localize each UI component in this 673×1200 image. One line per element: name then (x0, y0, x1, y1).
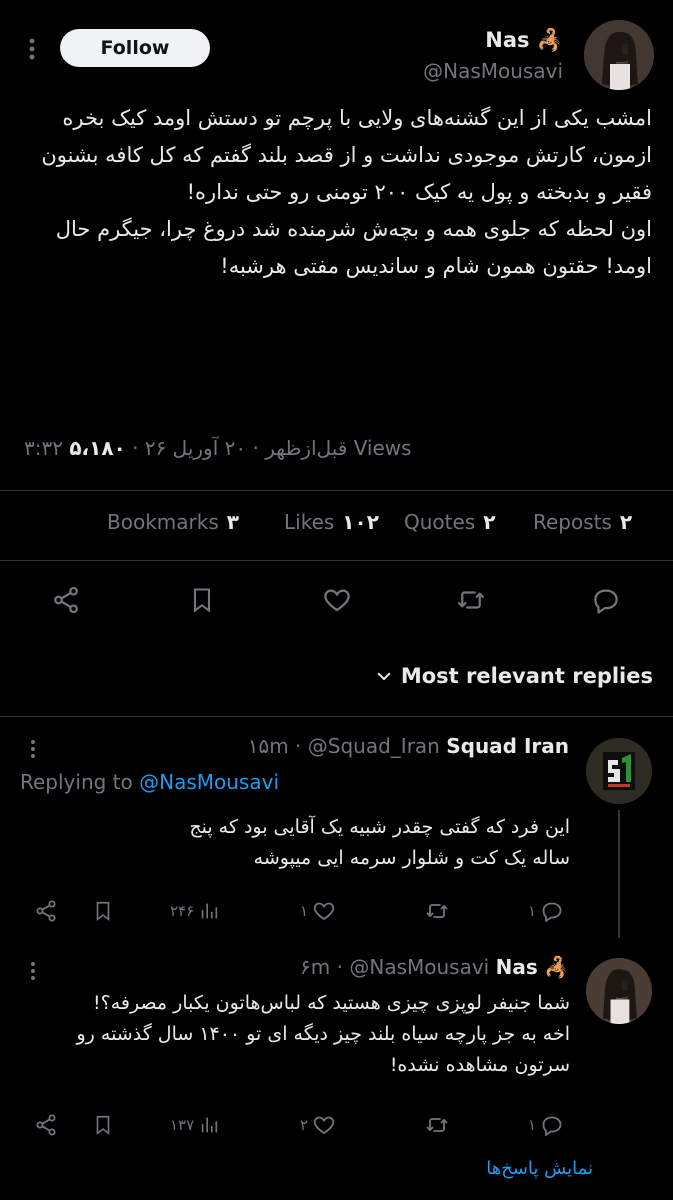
views-stat[interactable]: ۲۴۶ (170, 896, 220, 926)
reply-text: شما جنیفر لوپزی چیزی هستید که لباس‌هاتون… (76, 992, 571, 1076)
views-chart-icon (201, 1117, 218, 1133)
replying-handle-link[interactable]: @NasMousavi (139, 770, 279, 794)
bookmarks-count: ۳ (226, 510, 239, 534)
show-replies-link[interactable]: نمایش پاسخ‌ها (486, 1158, 593, 1179)
reply-avatar[interactable] (586, 738, 652, 804)
reply-icon[interactable] (588, 582, 624, 618)
replies-sort-dropdown[interactable]: Most relevant replies (375, 664, 653, 688)
reply-text: این فرد که گفتی چقدر شبیه یک آقایی بود ک… (189, 816, 570, 869)
reply-icon (542, 1116, 562, 1136)
reply-avatar[interactable] (586, 958, 652, 1024)
like-stat[interactable]: ۱ (300, 896, 336, 926)
quotes-label: Quotes (404, 510, 476, 534)
reply-stat[interactable]: ۱ (528, 1110, 564, 1140)
likes-count: ۱ (300, 902, 309, 920)
reply-time[interactable]: ۱۵m (248, 734, 289, 758)
reply-header: ۱۵m · @Squad_Iran Squad Iran (247, 734, 569, 758)
reply-header: ۶m · @NasMousavi Nas 🦂 (300, 955, 569, 979)
reply-stat[interactable]: ۱ (528, 896, 564, 926)
reply-time[interactable]: ۶m (300, 955, 330, 979)
post-body: امشب یکی از این گشنه‌های ولایی با پرچم ت… (41, 106, 652, 278)
reply-icon (542, 902, 562, 922)
bookmark-icon[interactable] (92, 1110, 114, 1140)
scorpion-emoji: 🦂 (536, 28, 563, 52)
likes-label: Likes (284, 510, 335, 534)
share-icon[interactable] (34, 1110, 58, 1140)
more-options-icon[interactable] (26, 738, 40, 760)
like-heart-icon[interactable] (319, 582, 355, 618)
repost-icon[interactable] (424, 896, 450, 926)
like-heart-icon (313, 1116, 335, 1135)
divider (0, 560, 673, 561)
quotes-count: ۲ (483, 510, 496, 534)
views-stat[interactable]: ۱۳۷ (170, 1110, 220, 1140)
chevron-down-icon (375, 667, 393, 685)
author-avatar[interactable] (584, 20, 654, 90)
reposts-stat[interactable]: Reposts ۲ (533, 510, 632, 534)
views-label: Views (353, 436, 412, 460)
meta-separator: · (132, 436, 139, 460)
bookmark-icon[interactable] (92, 896, 114, 926)
reply-handle[interactable]: @NasMousavi (349, 955, 489, 979)
reposts-count: ۲ (619, 510, 633, 534)
quotes-stat[interactable]: Quotes ۲ (404, 510, 495, 534)
author-name-text: Nas (485, 28, 530, 52)
views-count: ۱۳۷ (170, 1116, 195, 1134)
scorpion-emoji: 🦂 (544, 955, 569, 979)
more-options-icon[interactable] (26, 960, 40, 982)
repost-icon[interactable] (453, 582, 489, 618)
reply-author-name[interactable]: Nas (496, 955, 538, 979)
like-stat[interactable]: ۲ (300, 1110, 336, 1140)
more-options-icon[interactable] (22, 36, 42, 62)
bookmarks-stat[interactable]: Bookmarks ۳ (107, 510, 239, 534)
share-icon[interactable] (34, 896, 58, 926)
replies-sort-label: Most relevant replies (400, 664, 653, 688)
reposts-label: Reposts (533, 510, 612, 534)
bookmarks-label: Bookmarks (107, 510, 219, 534)
author-name[interactable]: Nas 🦂 (485, 28, 563, 53)
likes-count: ۱۰۲ (342, 510, 379, 534)
thread-line (618, 810, 620, 938)
reply-author-name[interactable]: Squad Iran (446, 734, 569, 758)
follow-button[interactable]: Follow (60, 29, 210, 67)
like-heart-icon (313, 902, 335, 921)
views-count: ۲۴۶ (170, 902, 195, 920)
views-count: ۵،۱۸۰ (69, 436, 126, 460)
likes-stat[interactable]: Likes ۱۰۲ (284, 510, 379, 534)
author-handle[interactable]: @NasMousavi (423, 59, 563, 83)
bookmark-icon[interactable] (184, 582, 220, 618)
share-icon[interactable] (48, 582, 84, 618)
replying-prefix: Replying to (20, 770, 133, 794)
replies-count: ۱ (528, 1116, 537, 1134)
likes-count: ۲ (300, 1116, 309, 1134)
repost-icon[interactable] (424, 1110, 450, 1140)
divider (0, 716, 673, 717)
divider (0, 490, 673, 491)
views-chart-icon (201, 903, 218, 919)
replying-to: Replying to @NasMousavi (20, 770, 279, 794)
post-meta: ۳:۳۲ قبل‌ازظهر · ۲۰ آوریل ۲۶ · ۵،۱۸۰ Vie… (24, 436, 412, 460)
reply-handle[interactable]: @Squad_Iran (308, 734, 440, 758)
replies-count: ۱ (528, 902, 537, 920)
